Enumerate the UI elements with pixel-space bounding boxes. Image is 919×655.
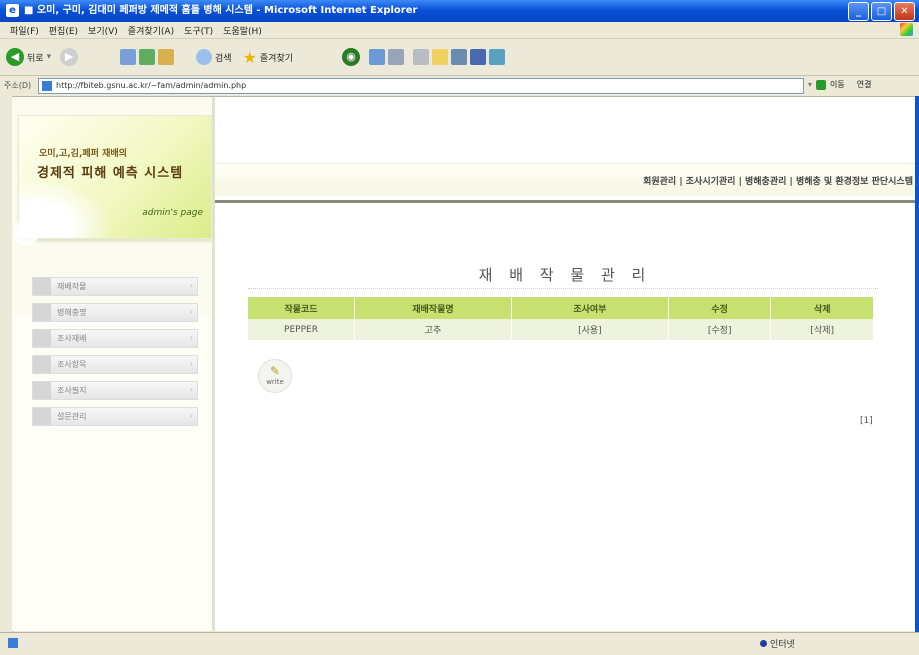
crop-code-cell: PEPPER [248, 319, 356, 340]
go-button[interactable]: 이동 [830, 79, 845, 90]
page-icon [42, 81, 52, 91]
edit-link[interactable]: [수정] [708, 326, 732, 336]
logo-subtitle: admin's page [142, 208, 203, 218]
address-url[interactable]: http://fbiteb.gsnu.ac.kr/~fam/admin/admi… [56, 81, 246, 90]
mail-icon[interactable] [388, 49, 404, 65]
menu-bar: 파일(F) 편집(E) 보기(V) 즐겨찾기(A) 도구(T) 도움말(H) [0, 22, 919, 39]
menu-bullet-icon [33, 330, 51, 347]
forward-arrow-icon[interactable]: ▶ [60, 48, 79, 66]
sidebar-item[interactable]: 설문관리 › [32, 407, 198, 426]
col-header: 수정 [668, 297, 772, 319]
print-icon[interactable] [413, 49, 429, 65]
menu-file[interactable]: 파일(F) [10, 24, 39, 37]
page-viewport: 오미,고,김,페퍼 재배의 경제적 피해 예측 시스템 admin's page… [12, 97, 915, 631]
col-header: 조사여부 [511, 297, 669, 319]
menu-view[interactable]: 보기(V) [88, 24, 118, 37]
crop-table: 작물코드 재배작물명 조사여부 수정 삭제 PEPPER 고추 [사용] [수정… [248, 297, 874, 340]
col-header: 작물코드 [248, 297, 356, 319]
security-zone: 인터넷 [760, 637, 795, 650]
write-button[interactable]: ✎ write [258, 359, 292, 393]
messenger-icon[interactable] [470, 49, 486, 65]
sidebar-menu: 재배작물 › 병해충명 › 조사재배 › 조사항목 › 조사필지 › 설문관리 › [32, 277, 198, 433]
sidebar-item[interactable]: 조사필지 › [32, 381, 198, 400]
flower-petal-icon [39, 212, 65, 238]
research-icon[interactable] [489, 49, 505, 65]
sidebar-item[interactable]: 조사재배 › [32, 329, 198, 348]
search-icon[interactable] [196, 49, 212, 65]
history-icon[interactable] [369, 49, 385, 65]
table-row: PEPPER 고추 [사용] [수정] [삭제] [248, 319, 874, 340]
menu-help[interactable]: 도움말(H) [223, 24, 262, 37]
pencil-icon: ✎ [269, 364, 281, 378]
refresh-icon[interactable] [139, 49, 155, 65]
sidebar-item[interactable]: 병해충명 › [32, 303, 198, 322]
address-input[interactable]: http://fbiteb.gsnu.ac.kr/~fam/admin/admi… [38, 78, 804, 94]
sidebar-item[interactable]: 재배작물 › [32, 277, 198, 296]
menu-edit[interactable]: 편집(E) [49, 24, 78, 37]
folder-icon[interactable] [432, 49, 448, 65]
windows-flag-icon [900, 23, 913, 36]
stop-icon[interactable] [120, 49, 136, 65]
menu-favorites[interactable]: 즐겨찾기(A) [128, 24, 174, 37]
chevron-right-icon: › [189, 385, 193, 394]
home-icon[interactable] [158, 49, 174, 65]
internet-globe-icon [760, 640, 767, 647]
flower-petal-icon [13, 220, 39, 246]
crop-name-cell: 고추 [354, 319, 512, 340]
pagination[interactable]: [1] [860, 416, 873, 426]
survey-status-cell: [사용] [511, 319, 669, 340]
edit-icon[interactable] [451, 49, 467, 65]
address-dropdown-icon[interactable]: ▾ [808, 80, 812, 89]
ie-logo-icon: e [6, 4, 19, 17]
window-titlebar: e ■ 오미, 구미, 김대미 페퍼방 제메적 흠돌 병해 시스템 - Micr… [0, 0, 919, 22]
menu-bullet-icon [33, 382, 51, 399]
col-header: 재배작물명 [354, 297, 512, 319]
close-button[interactable]: ✕ [894, 2, 915, 21]
header-strip [215, 97, 915, 153]
chevron-right-icon: › [189, 281, 193, 290]
top-nav-links[interactable]: 회원관리 | 조사시기관리 | 병해충관리 | 병해충 및 환경정보 판단시스템 [643, 174, 913, 187]
chevron-right-icon: › [189, 307, 193, 316]
media-icon[interactable]: ◉ [342, 48, 360, 66]
page-title: 재 배 작 물 관 리 [478, 266, 652, 284]
search-button[interactable]: 검색 [215, 51, 232, 64]
dropdown-icon[interactable]: ▾ [47, 52, 52, 62]
menu-tools[interactable]: 도구(T) [184, 24, 213, 37]
favorites-button[interactable]: 즐겨찾기 [260, 51, 293, 64]
status-bar: 인터넷 [0, 632, 919, 655]
chevron-right-icon: › [189, 411, 193, 420]
top-nav: 회원관리 | 조사시기관리 | 병해충관리 | 병해충 및 환경정보 판단시스템 [215, 163, 915, 196]
menu-bullet-icon [33, 304, 51, 321]
address-bar: 주소(D) http://fbiteb.gsnu.ac.kr/~fam/admi… [0, 76, 919, 97]
favorites-star-icon[interactable]: ★ [243, 48, 257, 67]
menu-bullet-icon [33, 408, 51, 425]
back-arrow-icon[interactable]: ◀ [6, 48, 24, 66]
toolbar: ◀ 뒤로 ▾ ▶ 검색 ★ 즐겨찾기 ◉ [0, 39, 919, 76]
logo-line1: 오미,고,김,페퍼 재배의 [39, 149, 127, 159]
menu-bullet-icon [33, 278, 51, 295]
address-label: 주소(D) [4, 81, 32, 90]
title-divider [248, 288, 878, 290]
page-status-icon [8, 638, 18, 648]
maximize-button[interactable]: □ [871, 2, 892, 21]
links-label[interactable]: 연결 [857, 79, 872, 90]
sidebar-item[interactable]: 조사항목 › [32, 355, 198, 374]
col-header: 삭제 [770, 297, 874, 319]
window-right-frame [915, 96, 919, 632]
chevron-right-icon: › [189, 359, 193, 368]
chevron-right-icon: › [189, 333, 193, 342]
go-arrow-icon[interactable] [816, 79, 827, 90]
site-logo[interactable]: 오미,고,김,페퍼 재배의 경제적 피해 예측 시스템 admin's page [13, 115, 212, 246]
write-button-label: write [266, 378, 284, 386]
minimize-button[interactable]: _ [848, 2, 869, 21]
delete-link[interactable]: [삭제] [810, 326, 834, 336]
logo-line2: 경제적 피해 예측 시스템 [37, 166, 184, 181]
window-controls: _ □ ✕ [848, 2, 915, 21]
table-header-row: 작물코드 재배작물명 조사여부 수정 삭제 [248, 297, 874, 319]
menu-bullet-icon [33, 356, 51, 373]
nav-divider [215, 200, 915, 203]
back-button[interactable]: 뒤로 [27, 51, 44, 64]
window-title: ■ 오미, 구미, 김대미 페퍼방 제메적 흠돌 병해 시스템 - Micros… [24, 5, 418, 16]
